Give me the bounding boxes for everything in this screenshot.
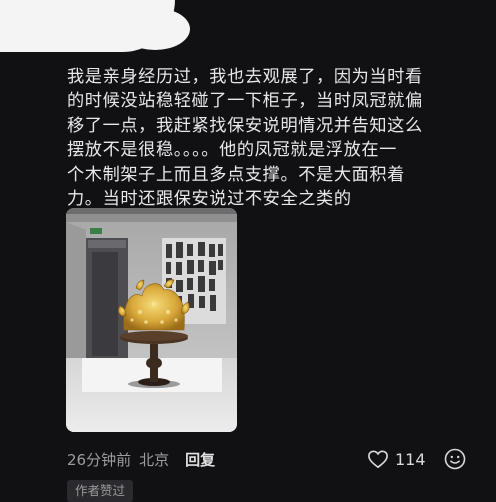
emoji-button[interactable] xyxy=(444,448,466,470)
comment-time: 26分钟前 xyxy=(67,450,132,469)
like-count: 114 xyxy=(395,449,426,469)
comment-line: 力。当时还跟保安说过不安全之类的 xyxy=(67,189,352,209)
comment-line: 摆放不是很稳。。。。他的凤冠就是浮放在一 xyxy=(67,140,397,160)
reply-button[interactable]: 回复 xyxy=(185,449,215,470)
author-liked-badge: 作者赞过 xyxy=(67,480,134,502)
like-button[interactable]: 114 xyxy=(367,447,426,471)
crown-exhibit-image xyxy=(66,208,237,432)
heart-icon xyxy=(368,450,388,469)
comment-line: 我是亲身经历过，我也去观展了，因为当时看 xyxy=(67,66,423,87)
comment-line: 的时候没站稳轻碰了一下柜子，当时凤冠就偏 xyxy=(67,91,423,111)
comment-line: 个木制架子上而且多点支撑。不是大面积着 xyxy=(67,164,405,185)
comment-photo[interactable] xyxy=(66,208,237,432)
emoji-icon xyxy=(444,448,466,470)
comment-location: 北京 xyxy=(139,450,170,469)
comment-line: 移了一点，我赶紧找保安说明情况并告知这么 xyxy=(67,115,423,136)
comment-text: 我是亲身经历过，我也去观展了，因为当时看 的时候没站稳轻碰了一下柜子，当时凤冠就… xyxy=(67,40,485,212)
